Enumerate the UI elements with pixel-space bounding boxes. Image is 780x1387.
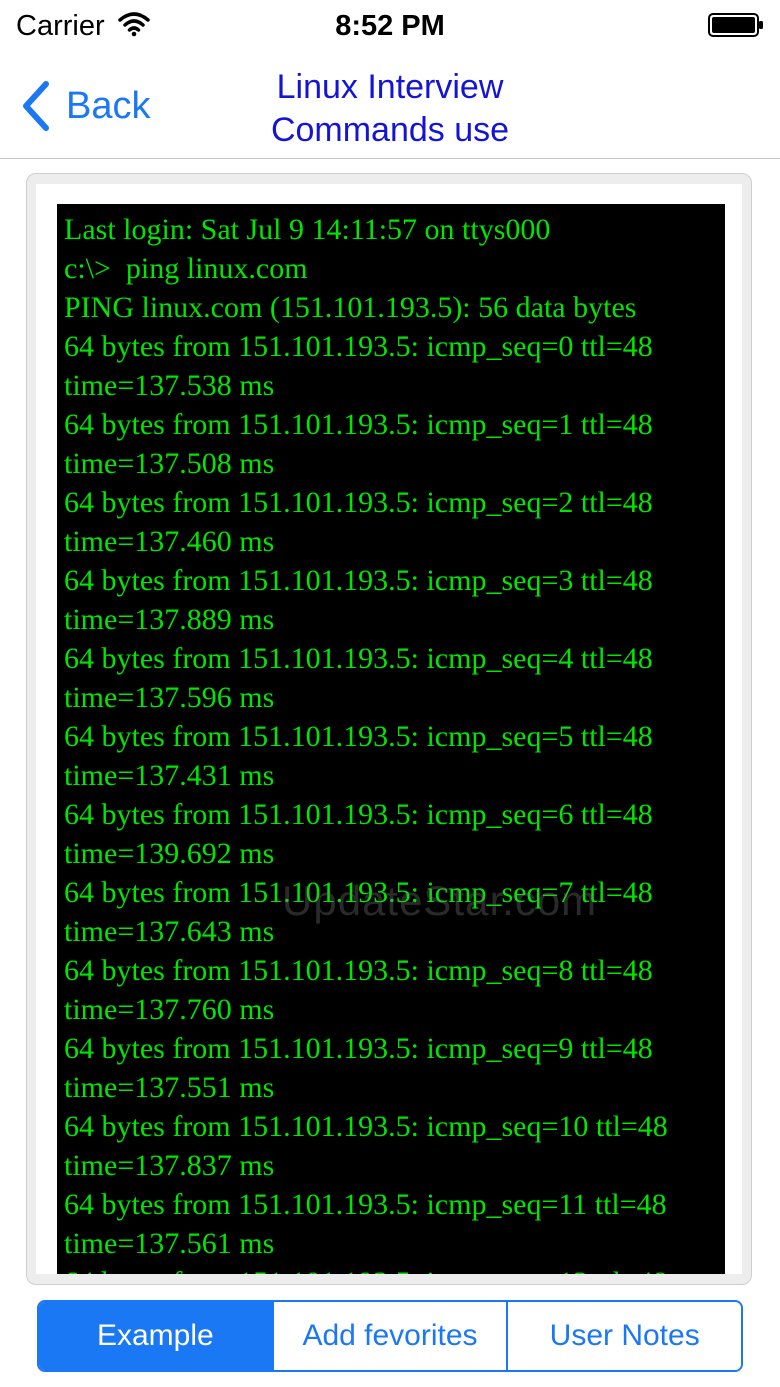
terminal-line: Last login: Sat Jul 9 14:11:57 on ttys00… xyxy=(64,213,551,246)
terminal-line: time=137.596 ms xyxy=(64,681,275,714)
terminal-line: 64 bytes from 151.101.193.5: icmp_seq=5 … xyxy=(64,720,653,753)
status-bar: Carrier 8:52 PM xyxy=(0,0,780,54)
tab-example[interactable]: Example xyxy=(39,1302,272,1370)
back-label: Back xyxy=(66,84,151,127)
tab-user-notes[interactable]: User Notes xyxy=(506,1302,741,1370)
terminal-line: time=137.561 ms xyxy=(64,1227,275,1260)
terminal-line: 64 bytes from 151.101.193.5: icmp_seq=4 … xyxy=(64,642,653,675)
terminal-line: time=139.692 ms xyxy=(64,837,275,870)
terminal-line: time=137.760 ms xyxy=(64,993,275,1026)
terminal-line: 64 bytes from 151.101.193.5: icmp_seq=7 … xyxy=(64,876,653,909)
terminal-line: 64 bytes from 151.101.193.5: icmp_seq=3 … xyxy=(64,564,653,597)
terminal-line: 64 bytes from 151.101.193.5: icmp_seq=1 … xyxy=(64,408,653,441)
terminal-line: 64 bytes from 151.101.193.5: icmp_seq=11… xyxy=(64,1188,667,1221)
terminal-line: time=137.508 ms xyxy=(64,447,275,480)
battery-icon xyxy=(708,13,763,37)
terminal-line: time=137.538 ms xyxy=(64,369,275,402)
navigation-bar: Back Linux Interview Commands use xyxy=(0,54,780,159)
chevron-left-icon xyxy=(23,81,49,131)
terminal-line: 64 bytes from 151.101.193.5: icmp_seq=2 … xyxy=(64,486,653,519)
terminal-line: 64 bytes from 151.101.193.5: icmp_seq=12… xyxy=(64,1263,718,1274)
content-panel: Last login: Sat Jul 9 14:11:57 on ttys00… xyxy=(36,184,742,1274)
terminal-line: 64 bytes from 151.101.193.5: icmp_seq=10… xyxy=(64,1110,668,1143)
terminal-line: time=137.551 ms xyxy=(64,1071,275,1104)
terminal-line: c:\> ping linux.com xyxy=(64,252,308,285)
terminal-line: PING linux.com (151.101.193.5): 56 data … xyxy=(64,291,637,324)
terminal-line: 64 bytes from 151.101.193.5: icmp_seq=0 … xyxy=(64,330,653,363)
terminal-line: time=137.643 ms xyxy=(64,915,275,948)
terminal-line: 64 bytes from 151.101.193.5: icmp_seq=9 … xyxy=(64,1032,653,1065)
terminal-line: 64 bytes from 151.101.193.5: icmp_seq=6 … xyxy=(64,798,653,831)
terminal-line: time=137.837 ms xyxy=(64,1149,275,1182)
tab-add-fevorites[interactable]: Add fevorites xyxy=(271,1302,507,1370)
terminal-line: time=137.889 ms xyxy=(64,603,275,636)
segmented-control: Example Add fevorites User Notes xyxy=(37,1300,743,1372)
terminal-line: time=137.431 ms xyxy=(64,759,275,792)
content-frame: Last login: Sat Jul 9 14:11:57 on ttys00… xyxy=(26,173,752,1285)
terminal-line: 64 bytes from 151.101.193.5: icmp_seq=8 … xyxy=(64,954,653,987)
terminal-output[interactable]: Last login: Sat Jul 9 14:11:57 on ttys00… xyxy=(57,204,725,1274)
clock: 8:52 PM xyxy=(335,10,445,42)
terminal-line: time=137.460 ms xyxy=(64,525,275,558)
page-title: Linux Interview Commands use xyxy=(270,68,510,149)
back-button[interactable]: Back xyxy=(18,78,150,134)
terminal-lines: Last login: Sat Jul 9 14:11:57 on ttys00… xyxy=(57,204,725,1274)
